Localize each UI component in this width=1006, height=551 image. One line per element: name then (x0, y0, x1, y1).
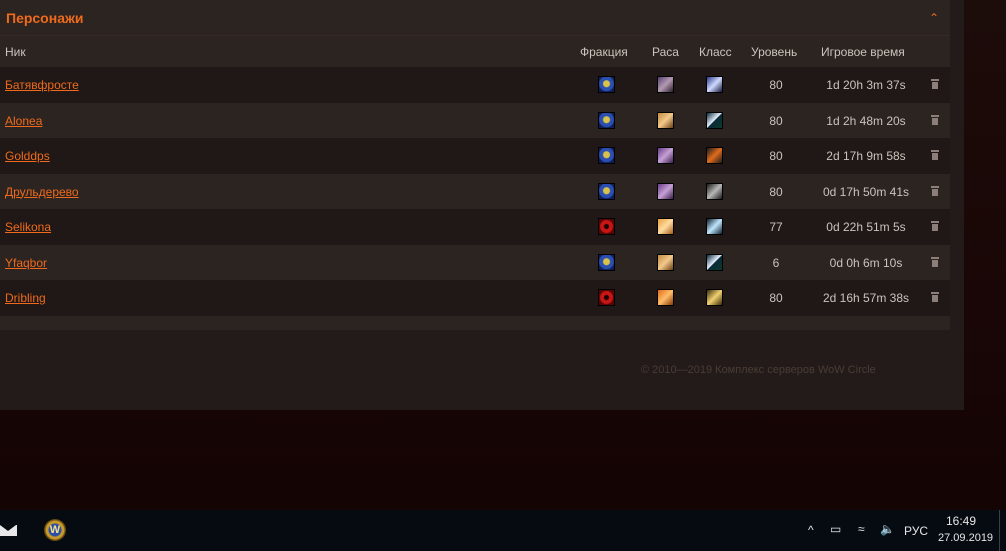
level-value: 80 (769, 291, 783, 305)
network-icon[interactable]: ≈ (858, 522, 865, 551)
race-icon (657, 218, 674, 235)
class-icon (706, 76, 723, 93)
playtime-value: 0d 17h 50m 41s (822, 184, 910, 199)
character-list: Батявфросте 80 1d 20h 3m 37s Alonea 80 1d 2h … (0, 67, 950, 316)
column-playtime: Игровое время (821, 45, 905, 59)
wow-launcher-icon[interactable]: W (44, 519, 66, 541)
trash-icon[interactable] (931, 185, 939, 196)
level-value: 77 (769, 220, 783, 234)
trash-icon[interactable] (931, 256, 939, 267)
alliance-faction-icon (598, 182, 615, 200)
table-row: Golddps 80 2d 17h 9m 58s (0, 138, 950, 174)
table-row: Dribling 80 2d 16h 57m 38s (0, 280, 950, 316)
character-name-link[interactable]: Yfaqbor (5, 256, 47, 270)
trash-icon[interactable] (931, 150, 939, 160)
playtime-value: 2d 16h 57m 38s (822, 291, 910, 305)
table-header: Ник Фракция Раса Класс Уровень Игровое в… (0, 38, 950, 66)
table-row: Yfaqbor 6 0d 0h 6m 10s (0, 244, 950, 280)
column-level: Уровень (751, 45, 798, 59)
playtime-value: 0d 0h 6m 10s (829, 255, 903, 270)
show-desktop-button[interactable] (999, 510, 1006, 551)
trash-icon[interactable] (931, 221, 939, 231)
copyright-text: © 2010—2019 Комплекс серверов WoW Circle (641, 364, 876, 376)
character-name-link[interactable]: Dribling (5, 291, 46, 305)
taskbar: W ^ ▭ ≈ 🔈 РУС 16:49 27.09.2019 (0, 510, 1006, 551)
clock-time: 16:49 (945, 514, 977, 528)
characters-card: Персонажи ⌃ Ник Фракция Раса Класс Урове… (0, 0, 950, 330)
playtime-value: 1d 2h 48m 20s (826, 113, 906, 128)
class-icon (706, 111, 723, 129)
clock[interactable]: 16:49 27.09.2019 (938, 514, 994, 551)
content-panel: Персонажи ⌃ Ник Фракция Раса Класс Урове… (0, 0, 964, 410)
alliance-faction-icon (598, 253, 615, 271)
table-row: Друльдерево 80 0d 17h 50m 41s (0, 173, 950, 209)
horde-faction-icon (598, 289, 615, 306)
level-value: 80 (769, 184, 783, 199)
card-title: Персонажи (6, 10, 84, 26)
level-value: 6 (772, 255, 780, 270)
trash-icon[interactable] (931, 114, 939, 125)
column-faction: Фракция (580, 45, 628, 59)
language-indicator[interactable]: РУС (904, 524, 928, 551)
character-name-link[interactable]: Alonea (5, 114, 42, 128)
level-value: 80 (769, 149, 783, 163)
character-name-link[interactable]: Golddps (5, 149, 50, 163)
column-nick: Ник (5, 45, 26, 59)
race-icon (657, 147, 674, 164)
clock-date: 27.09.2019 (938, 532, 994, 544)
playtime-value: 0d 22h 51m 5s (826, 220, 906, 234)
character-name-link[interactable]: Друльдерево (5, 185, 79, 199)
table-row: Батявфросте 80 1d 20h 3m 37s (0, 67, 950, 103)
trash-icon[interactable] (931, 79, 939, 89)
level-value: 80 (769, 113, 783, 128)
class-icon (706, 147, 723, 164)
character-name-link[interactable]: Selikona (5, 220, 51, 234)
race-icon (657, 182, 674, 200)
alliance-faction-icon (598, 111, 615, 129)
show-hidden-icons-chevron-icon[interactable]: ^ (808, 523, 814, 551)
playtime-value: 1d 20h 3m 37s (826, 78, 906, 92)
race-icon (657, 253, 674, 271)
playtime-value: 2d 17h 9m 58s (826, 149, 906, 163)
character-name-link[interactable]: Батявфросте (5, 78, 79, 92)
table-row: Alonea 80 1d 2h 48m 20s (0, 102, 950, 138)
alliance-faction-icon (598, 147, 615, 164)
race-icon (657, 289, 674, 306)
class-icon (706, 253, 723, 271)
column-race: Раса (652, 45, 679, 59)
table-row: Selikona 77 0d 22h 51m 5s (0, 209, 950, 245)
card-header: Персонажи ⌃ (0, 0, 950, 36)
class-icon (706, 289, 723, 306)
race-icon (657, 76, 674, 93)
horde-faction-icon (598, 218, 615, 235)
level-value: 80 (769, 78, 783, 92)
column-class: Класс (699, 45, 732, 59)
class-icon (706, 218, 723, 235)
chevron-up-icon[interactable]: ⌃ (926, 10, 942, 26)
volume-icon[interactable]: 🔈 (880, 522, 895, 551)
class-icon (706, 182, 723, 200)
battery-icon[interactable]: ▭ (830, 522, 841, 551)
trash-icon[interactable] (931, 292, 939, 302)
race-icon (657, 111, 674, 129)
mail-icon[interactable] (0, 522, 18, 538)
alliance-faction-icon (598, 76, 615, 93)
